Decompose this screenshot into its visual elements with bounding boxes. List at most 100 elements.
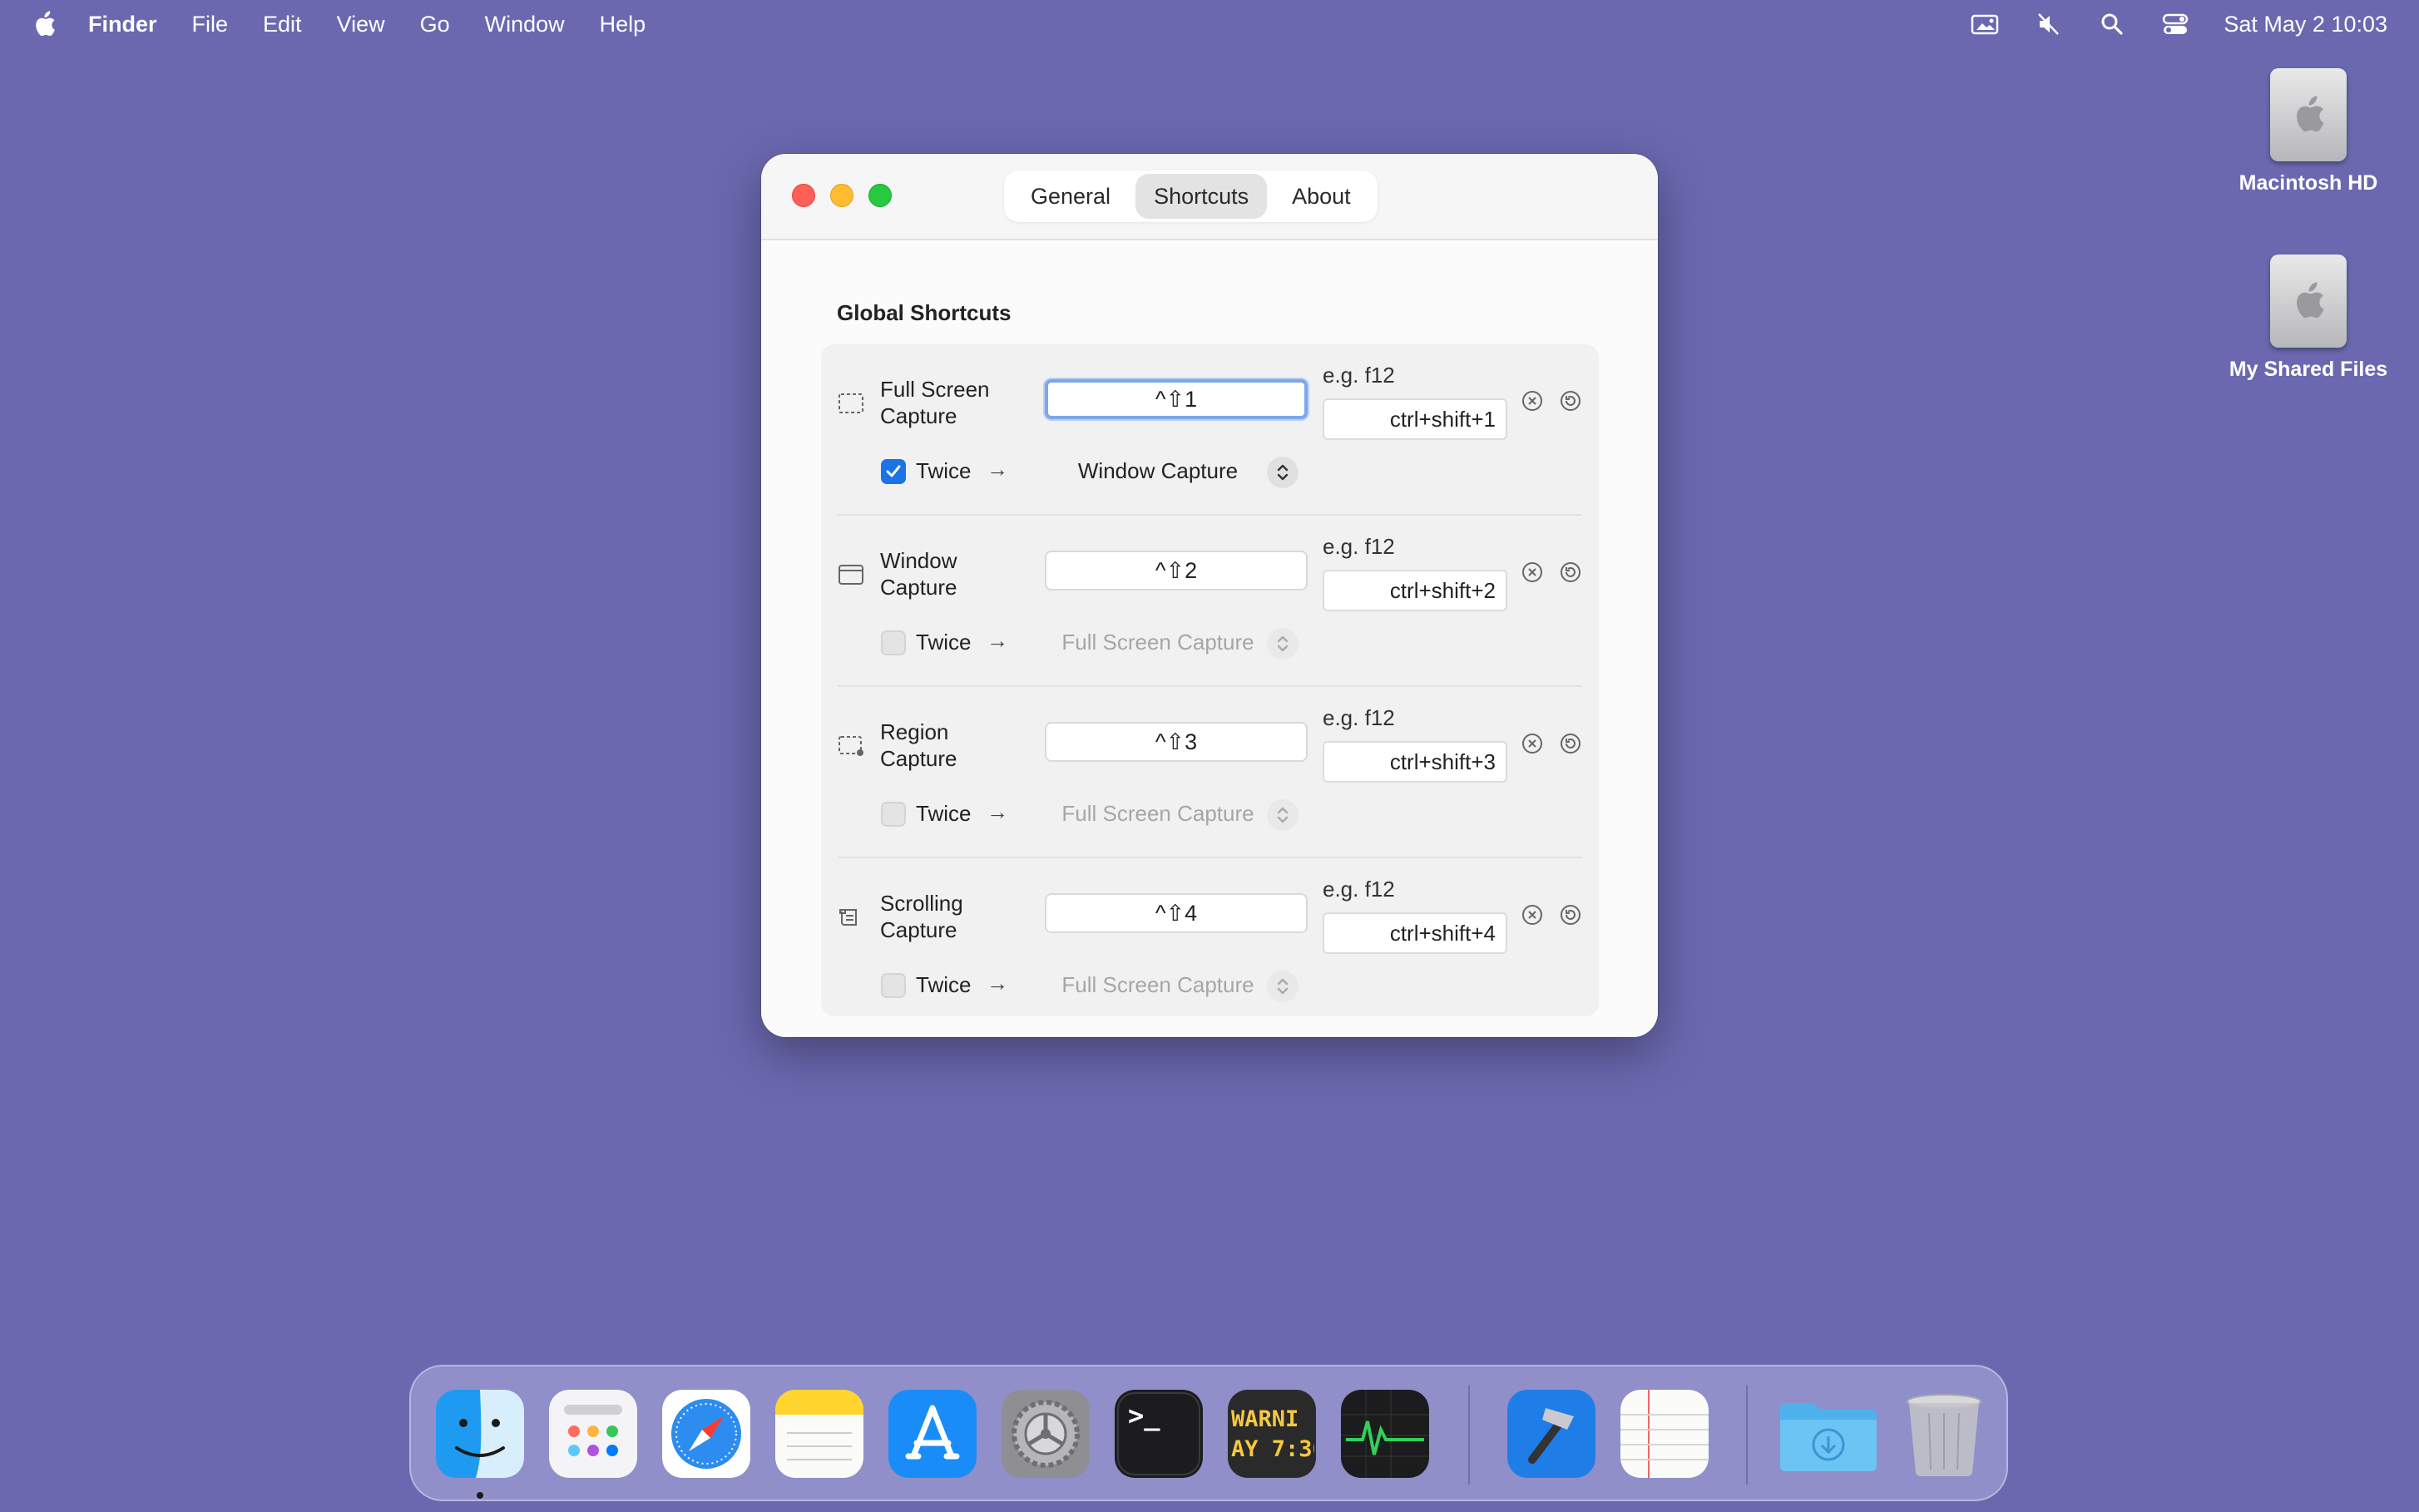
arrow-right-icon: →	[987, 628, 1008, 653]
shortcuts-panel[interactable]: Full Screen Capture ^⇧1 e.g. f12 ctrl+sh…	[821, 344, 1599, 1016]
shortcut-recorder[interactable]: ^⇧4	[1045, 893, 1308, 933]
select-stepper-icon[interactable]	[1267, 457, 1299, 488]
shortcut-label: Region Capture	[880, 719, 957, 771]
select-stepper-icon[interactable]	[1267, 971, 1299, 1002]
clear-shortcut-icon[interactable]	[1521, 561, 1544, 584]
desktop-icon-my-shared-files[interactable]: My Shared Files	[2217, 254, 2400, 382]
checkmark-icon	[886, 465, 901, 477]
minimize-window-button[interactable]	[830, 184, 853, 207]
settings-tab-bar: General Shortcuts About	[1004, 170, 1378, 222]
app-store-dock-icon[interactable]	[888, 1390, 977, 1478]
trash-dock-icon[interactable]	[1900, 1390, 1988, 1478]
shortcut-recorder[interactable]: ^⇧3	[1045, 722, 1308, 762]
shortcut-text-field[interactable]: ctrl+shift+1	[1323, 398, 1507, 440]
finder-dock-icon[interactable]	[436, 1390, 524, 1478]
desktop-icon-label: My Shared Files	[2229, 358, 2388, 381]
terminal-dock-icon[interactable]: >_	[1115, 1390, 1203, 1478]
shortcut-recorder[interactable]: ^⇧2	[1045, 551, 1308, 590]
twice-checkbox[interactable]	[881, 802, 906, 827]
tab-shortcuts[interactable]: Shortcuts	[1135, 174, 1268, 219]
downloads-folder-dock-icon[interactable]	[1777, 1390, 1880, 1478]
shortcut-label: Scrolling Capture	[880, 891, 963, 942]
menu-app-name[interactable]: Finder	[88, 12, 157, 37]
reset-shortcut-icon[interactable]	[1559, 903, 1582, 926]
console-text-line1: WARNI	[1231, 1406, 1299, 1432]
shared-drive-icon	[2270, 254, 2347, 348]
shortcut-text-field[interactable]: ctrl+shift+2	[1323, 570, 1507, 611]
shortcut-hint: e.g. f12	[1323, 534, 1395, 559]
window-content: Global Shortcuts Full Screen Capture ^⇧1…	[761, 240, 1658, 1037]
terminal-prompt-text: >_	[1128, 1400, 1160, 1431]
twice-label: Twice	[916, 630, 972, 655]
select-stepper-icon[interactable]	[1267, 799, 1299, 831]
launchpad-dock-icon[interactable]	[549, 1390, 637, 1478]
zoom-window-button[interactable]	[868, 184, 892, 207]
dock: >_ WARNI AY 7:36	[409, 1365, 2008, 1501]
twice-action-select[interactable]: Full Screen Capture	[1033, 630, 1283, 655]
clear-shortcut-icon[interactable]	[1521, 732, 1544, 755]
arrow-right-icon: →	[987, 457, 1008, 482]
textedit-dock-icon[interactable]	[1620, 1390, 1709, 1478]
twice-action-select[interactable]: Full Screen Capture	[1033, 972, 1283, 998]
shortcut-text-field[interactable]: ctrl+shift+4	[1323, 912, 1507, 954]
system-settings-dock-icon[interactable]	[1002, 1390, 1090, 1478]
console-dock-icon[interactable]: WARNI AY 7:36	[1228, 1390, 1316, 1478]
menu-go[interactable]: Go	[420, 12, 450, 37]
menubar-clock[interactable]: Sat May 2 10:03	[2224, 12, 2387, 37]
twice-action-select[interactable]: Full Screen Capture	[1033, 801, 1283, 827]
reset-shortcut-icon[interactable]	[1559, 732, 1582, 755]
shortcut-text-field[interactable]: ctrl+shift+3	[1323, 741, 1507, 783]
apple-menu-icon[interactable]	[32, 10, 57, 38]
clear-shortcut-icon[interactable]	[1521, 389, 1544, 413]
twice-label: Twice	[916, 972, 972, 997]
select-stepper-icon[interactable]	[1267, 628, 1299, 660]
desktop-icon-label: Macintosh HD	[2238, 171, 2378, 195]
safari-dock-icon[interactable]	[662, 1390, 750, 1478]
menu-window[interactable]: Window	[485, 12, 565, 37]
notes-dock-icon[interactable]	[775, 1390, 863, 1478]
twice-label: Twice	[916, 458, 972, 483]
twice-checkbox[interactable]	[881, 630, 906, 655]
menu-view[interactable]: View	[337, 12, 385, 37]
window-capture-icon	[838, 565, 863, 585]
mute-icon[interactable]	[2034, 9, 2064, 39]
hard-drive-icon	[2270, 68, 2347, 161]
reset-shortcut-icon[interactable]	[1559, 389, 1582, 413]
twice-label: Twice	[916, 801, 972, 826]
shortcut-row-window: Window Capture ^⇧2 e.g. f12 ctrl+shift+2…	[821, 516, 1599, 687]
twice-checkbox[interactable]	[881, 973, 906, 998]
shortcut-row-full-screen: Full Screen Capture ^⇧1 e.g. f12 ctrl+sh…	[821, 344, 1599, 516]
menu-bar: Finder File Edit View Go Window Help Sat…	[0, 0, 2419, 48]
menu-file[interactable]: File	[192, 12, 229, 37]
menu-help[interactable]: Help	[600, 12, 646, 37]
region-capture-icon	[838, 736, 863, 756]
spotlight-search-icon[interactable]	[2097, 9, 2127, 39]
twice-action-select[interactable]: Window Capture	[1033, 458, 1283, 484]
settings-window: General Shortcuts About Global Shortcuts…	[761, 154, 1658, 1037]
shortcut-recorder[interactable]: ^⇧1	[1045, 379, 1308, 419]
scrolling-capture-icon	[839, 909, 857, 926]
section-title: Global Shortcuts	[837, 300, 1012, 325]
console-text: WARNI AY 7:36	[1231, 1405, 1314, 1465]
full-screen-capture-icon	[838, 393, 863, 413]
dock-separator	[1468, 1385, 1470, 1485]
xcode-dock-icon[interactable]	[1507, 1390, 1595, 1478]
reset-shortcut-icon[interactable]	[1559, 561, 1582, 584]
console-text-line2: AY 7:36	[1231, 1436, 1314, 1462]
finder-running-indicator	[477, 1492, 483, 1499]
desktop-icon-macintosh-hd[interactable]: Macintosh HD	[2217, 68, 2400, 195]
close-window-button[interactable]	[792, 184, 815, 207]
clear-shortcut-icon[interactable]	[1521, 903, 1544, 926]
activity-monitor-dock-icon[interactable]	[1341, 1390, 1429, 1478]
tab-general[interactable]: General	[1012, 174, 1129, 219]
menu-edit[interactable]: Edit	[263, 12, 302, 37]
shortcut-row-scrolling: Scrolling Capture ^⇧4 e.g. f12 ctrl+shif…	[821, 858, 1599, 1016]
twice-checkbox[interactable]	[881, 459, 906, 484]
screenshot-app-icon[interactable]	[1971, 9, 2001, 39]
shortcut-hint: e.g. f12	[1323, 363, 1395, 388]
arrow-right-icon: →	[987, 799, 1008, 824]
control-center-icon[interactable]	[2160, 9, 2190, 39]
tab-about[interactable]: About	[1274, 174, 1369, 219]
shortcut-label: Window Capture	[880, 548, 957, 600]
dock-separator	[1746, 1385, 1748, 1485]
